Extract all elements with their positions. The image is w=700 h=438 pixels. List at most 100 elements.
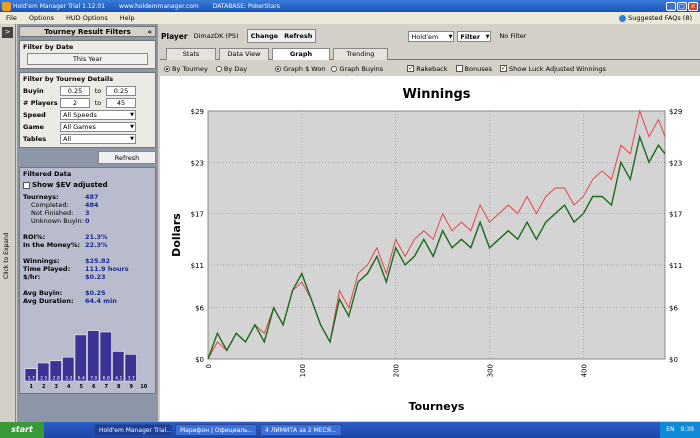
position-histogram: 1.7 2.5 2.8 3.3 6.4 7.0 6.8 4.1 3.7 1 2 3 4 5 6 7 8 9 10 <box>23 323 152 391</box>
y-axis-label: Dollars <box>170 213 183 257</box>
tab-graph[interactable]: Graph <box>272 48 330 60</box>
rakeback-label[interactable]: Rakeback <box>416 65 447 73</box>
buyin-from-input[interactable]: 0.25 <box>60 86 90 96</box>
left-expand-strip[interactable]: > Click to Expand <box>0 24 16 422</box>
tab-trending[interactable]: Trending <box>333 48 388 60</box>
histogram-bar-label: 6.8 <box>103 376 110 382</box>
maximize-button[interactable]: □ <box>677 1 687 11</box>
by-day-radio[interactable] <box>215 65 222 72</box>
histogram-bar-label: 7.0 <box>90 376 97 382</box>
tables-select[interactable]: All <box>60 134 136 144</box>
refresh-filters-button[interactable]: Refresh <box>98 151 156 164</box>
filter-by-details-section: Filter by Tourney Details Buyin 0.25 to … <box>19 72 156 148</box>
bonuses-checkbox[interactable] <box>455 65 463 72</box>
tab-data-view[interactable]: Data View <box>219 48 269 60</box>
close-button[interactable]: × <box>688 1 698 11</box>
stat-label: In the Money%: <box>23 241 81 249</box>
stat-row: ROI%: 21.3% <box>23 233 152 241</box>
histogram-bar-label: 6.4 <box>78 376 85 382</box>
stat-label: Not Finished: <box>31 209 74 217</box>
menu-file[interactable]: File <box>6 14 17 22</box>
filter-dropdown[interactable]: Filter <box>457 30 492 42</box>
stat-value: 21.3% <box>85 233 108 241</box>
stat-value: 3 <box>85 209 90 217</box>
menu-hud-options[interactable]: HUD Options <box>66 14 108 22</box>
start-button[interactable]: start <box>0 422 44 438</box>
refresh-player-button[interactable]: Refresh <box>284 30 312 42</box>
rakeback-checkbox[interactable]: ✓ <box>407 65 415 72</box>
graph-buyins-radio[interactable] <box>331 65 338 72</box>
tourney-filters-panel: Tourney Result Filters « Filter by Date … <box>17 24 158 422</box>
players-from-input[interactable]: 2 <box>60 98 90 108</box>
tab-bar: Stats Data View Graph Trending <box>160 48 700 60</box>
database-label: DATABASE: PokerStars <box>212 2 280 10</box>
task-marathon[interactable]: Марафон | Официаль... <box>175 424 257 436</box>
speed-row: Speed All Speeds <box>23 109 152 121</box>
filter-status: No Filter <box>499 32 527 40</box>
players-row: # Players 2 to 45 <box>23 97 152 109</box>
stat-label: Winnings: <box>23 257 60 265</box>
by-day-label[interactable]: By Day <box>224 65 247 73</box>
histogram-bar-label: 4.1 <box>115 376 122 382</box>
x-tick-label: 300 <box>487 364 495 377</box>
y-tick-label: $0 <box>195 356 204 364</box>
stat-row: In the Money%: 22.3% <box>23 241 152 249</box>
bonuses-label[interactable]: Bonuses <box>465 65 492 73</box>
histogram-position-label: 5 <box>80 384 84 390</box>
graph-won-radio[interactable] <box>275 65 282 72</box>
buyin-row: Buyin 0.25 to 0.25 <box>23 85 152 97</box>
buyin-label: Buyin <box>23 87 44 95</box>
stat-label <box>23 249 85 257</box>
stat-label: Avg Duration: <box>23 297 74 305</box>
stats-list: Tourneys: 487 Completed: 484 Not Finished: 3 U… <box>23 193 152 305</box>
winnings-chart: Winnings $0 $0 $6 $6 $11 $11 $17 $17 $23 $23 $29 $29… <box>170 87 682 413</box>
y-tick-label-right: $11 <box>669 262 682 270</box>
game-select[interactable]: All Games <box>60 122 136 132</box>
minimize-button[interactable]: _ <box>666 1 676 11</box>
info-icon <box>619 14 627 22</box>
menu-help[interactable]: Help <box>120 14 135 22</box>
collapse-icon[interactable]: « <box>147 27 152 37</box>
stat-label: Tourneys: <box>23 193 59 201</box>
suggested-faqs-link[interactable]: Suggested FAQs (8) <box>619 14 692 22</box>
graph-buyins-label[interactable]: Graph Buyins <box>339 65 383 73</box>
task-holdem-manager[interactable]: Hold'em Manager Trial... <box>94 424 172 436</box>
histogram-bar <box>87 330 100 382</box>
buyin-to-input[interactable]: 0.25 <box>106 86 136 96</box>
histogram-position-label: 4 <box>67 384 71 390</box>
stat-value: $25.82 <box>85 257 111 265</box>
stat-label: ROI%: <box>23 233 46 241</box>
task-limits[interactable]: 4 ЛИМИТА за 2 МЕСЯ... <box>260 424 342 436</box>
graph-won-label[interactable]: Graph $ Won <box>283 65 325 73</box>
website-url[interactable]: www.holdemmanager.com <box>119 3 199 10</box>
players-to-input[interactable]: 45 <box>106 98 136 108</box>
tab-stats[interactable]: Stats <box>166 48 216 60</box>
buyin-to-label: to <box>94 87 102 95</box>
stat-value: 0 <box>85 217 90 225</box>
game-type-select[interactable]: Hold'em <box>408 30 455 42</box>
panel-header: Tourney Result Filters « <box>19 26 156 37</box>
by-tourney-radio[interactable] <box>164 65 170 72</box>
this-year-button[interactable]: This Year <box>27 53 148 65</box>
expand-arrow-icon[interactable]: > <box>2 27 13 38</box>
histogram-position-label: 8 <box>117 384 121 390</box>
taskbar: start Hold'em Manager Trial... Марафон |… <box>0 422 700 438</box>
stat-value: 487 <box>85 193 99 201</box>
speed-select[interactable]: All Speeds <box>60 110 136 120</box>
show-luck-label[interactable]: Show Luck Adjusted Winnings <box>509 65 606 73</box>
menu-options[interactable]: Options <box>29 14 54 22</box>
by-tourney-label[interactable]: By Tourney <box>172 65 208 73</box>
language-indicator[interactable]: EN <box>666 422 674 438</box>
stat-label: $/hr: <box>23 273 41 281</box>
show-ev-checkbox[interactable] <box>23 181 30 189</box>
histogram-bar-label: 2.5 <box>40 376 47 382</box>
change-player-button[interactable]: Change <box>251 30 278 42</box>
player-name: DimazDK (PS) <box>193 32 239 40</box>
show-luck-checkbox[interactable]: ✓ <box>499 65 507 72</box>
filtered-data-title: Filtered Data <box>23 170 72 178</box>
click-to-expand-label[interactable]: Click to Expand <box>3 232 10 279</box>
histogram-bar-label: 1.7 <box>28 376 35 382</box>
histogram-position-label: 7 <box>105 384 109 390</box>
stat-label: Time Played: <box>23 265 71 273</box>
y-tick-label: $6 <box>195 305 204 313</box>
